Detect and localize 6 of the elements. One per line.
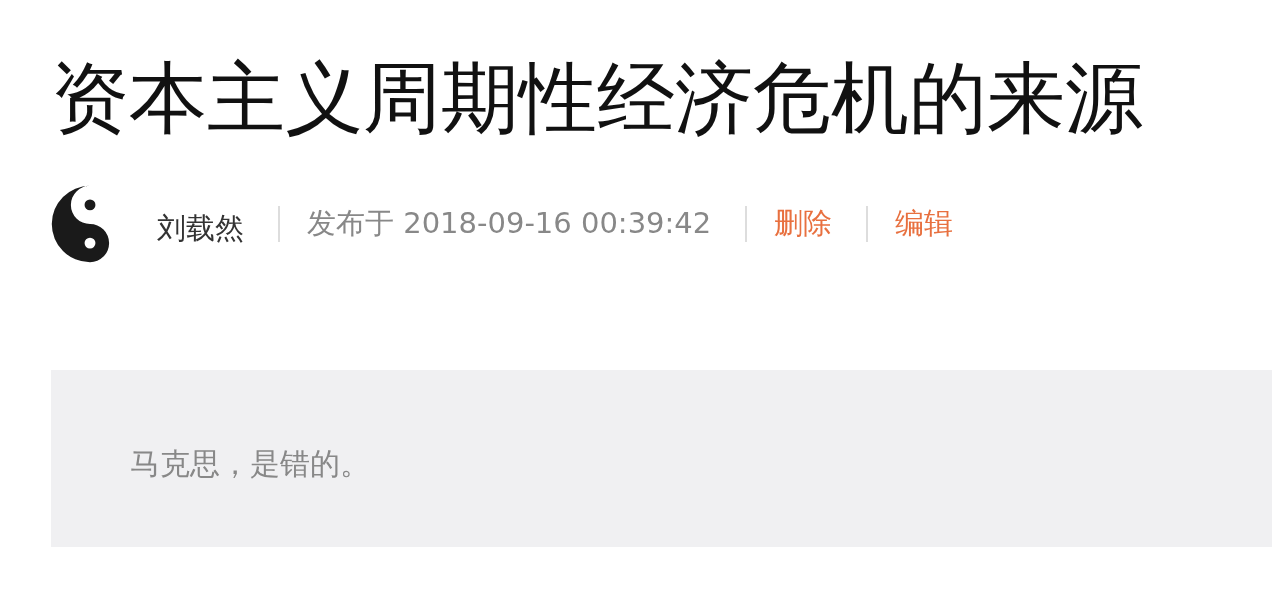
action-link[interactable]: 编辑 xyxy=(895,204,954,244)
action-link[interactable]: 删除 xyxy=(774,204,833,244)
article-title: 资本主义周期性经济危机的来源 xyxy=(51,52,1144,145)
publish-date: 发布于 2018-09-16 00:39:42 xyxy=(307,205,712,242)
author-name[interactable]: 刘载然 xyxy=(157,209,244,249)
quote-text: 马克思，是错的。 xyxy=(130,445,370,483)
